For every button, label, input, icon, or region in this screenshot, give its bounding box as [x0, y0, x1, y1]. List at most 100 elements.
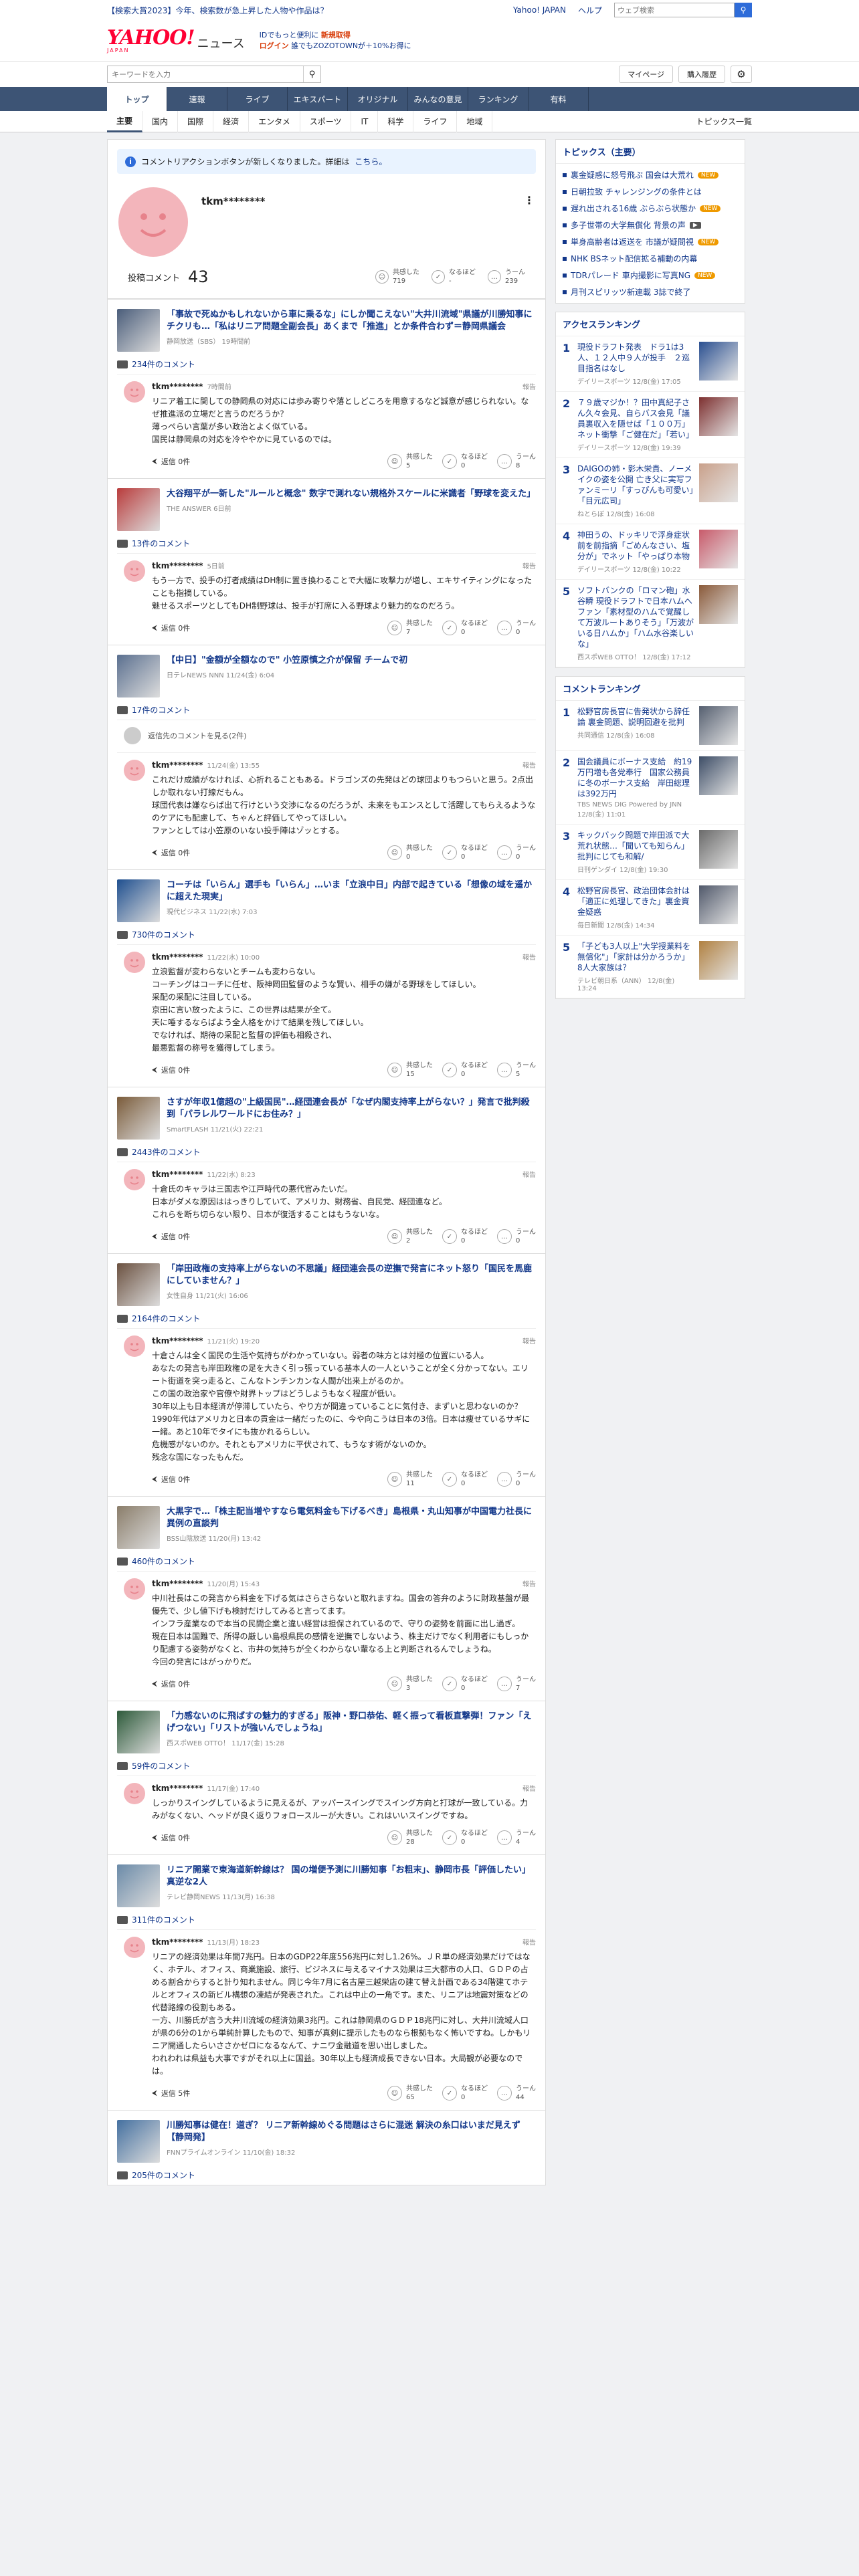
- hmm-button[interactable]: … うーん 44: [497, 2084, 536, 2102]
- ranking-item[interactable]: 2 ７９歳マジか！？田中真紀子さん久々会見、自らバス会見「議員裏収入を隠せば「１０…: [556, 392, 745, 458]
- hmm-button[interactable]: … うーん 0: [497, 619, 536, 637]
- article-title[interactable]: さすが年収1億超の"上級国民"…経団連会長が「なぜ内閣支持率上がらない？」発言で…: [167, 1097, 530, 1119]
- logo[interactable]: YAHOO! JAPAN ニュース: [107, 27, 245, 53]
- hmm-button[interactable]: … うーん 7: [497, 1675, 536, 1693]
- empathy-button[interactable]: ☺ 共感した 2: [387, 1228, 433, 1245]
- empathy-button[interactable]: ☺ 共感した 3: [387, 1675, 433, 1693]
- tab-live[interactable]: ライブ: [227, 87, 288, 111]
- article-thumbnail[interactable]: [117, 1263, 160, 1306]
- naruhodo-button[interactable]: ✓ なるほど 0: [442, 619, 488, 637]
- cat-it[interactable]: IT: [351, 110, 379, 132]
- more-menu-icon[interactable]: ⋮: [524, 194, 535, 207]
- report-link[interactable]: 報告: [522, 1335, 536, 1346]
- tab-breaking[interactable]: 速報: [167, 87, 227, 111]
- naruhodo-button[interactable]: ✓ なるほど 0: [442, 453, 488, 470]
- cat-science[interactable]: 科学: [378, 110, 414, 132]
- ranking-item[interactable]: 3 DAIGOの姉・影木栄貴、ノーメイクの姿を公開 亡き父に実写ファンミーリ「すっ…: [556, 458, 745, 524]
- reply-toggle[interactable]: ⮜ 返信 0件: [152, 1065, 190, 1075]
- ranking-item[interactable]: 5 「子ども3人以上"大学授業料を無償化"」「家計は分かろうか」8人大家族は？ テレ…: [556, 936, 745, 998]
- comment-count[interactable]: 59件のコメント: [117, 1760, 536, 1776]
- reply-toggle[interactable]: ⮜ 返信 0件: [152, 623, 190, 633]
- cat-life[interactable]: ライフ: [413, 110, 458, 132]
- mypage-button[interactable]: マイページ: [619, 66, 673, 83]
- naruhodo-button[interactable]: ✓ なるほど 0: [442, 844, 488, 861]
- empathy-button[interactable]: ☺ 共感した 7: [387, 619, 433, 637]
- empathy-button[interactable]: ☺ 共感した 11: [387, 1471, 433, 1488]
- empathy-button[interactable]: ☺ 共感した 28: [387, 1829, 433, 1846]
- cat-main[interactable]: 主要: [107, 110, 143, 132]
- topic-item[interactable]: 日朝拉致 チャレンジングの条件とは: [556, 183, 745, 200]
- topic-item[interactable]: NHK BSネット配信拡る補動の内幕: [556, 250, 745, 267]
- tab-opinions[interactable]: みんなの意見: [408, 87, 468, 111]
- help-link[interactable]: ヘルプ: [578, 5, 602, 16]
- comment-user[interactable]: tkm********: [152, 561, 203, 570]
- article-thumbnail[interactable]: [117, 1864, 160, 1907]
- comment-count[interactable]: 17件のコメント: [117, 704, 536, 720]
- article-title[interactable]: 「力感ないのに飛ばすの魅力的すぎる」阪神・野口恭佑、軽く振って看板直撃弾！ファン…: [167, 1711, 531, 1733]
- comment-count[interactable]: 311件のコメント: [117, 1914, 536, 1929]
- cat-domestic[interactable]: 国内: [142, 110, 179, 132]
- naruhodo-button[interactable]: ✓ なるほど 0: [442, 2084, 488, 2102]
- hmm-button[interactable]: … うーん 0: [497, 1471, 536, 1488]
- article-title[interactable]: 川勝知事は健在！道ぎ？ リニア新幹線めぐる問題はさらに混迷 解決の糸口はいまだ見…: [167, 2121, 520, 2143]
- ranking-item[interactable]: 4 松野官房長官、政治団体会計は「適正に処理してきた」裏金資金疑惑 毎日新聞 12/…: [556, 880, 745, 936]
- hmm-button[interactable]: … うーん 8: [497, 453, 536, 470]
- empathy-button[interactable]: ☺ 共感した 5: [387, 453, 433, 470]
- reply-toggle[interactable]: ⮜ 返信 0件: [152, 1231, 190, 1242]
- article-title[interactable]: リニア開業で東海道新幹線は？ 国の増便予測に川勝知事「お粗末」、静岡市長「評価し…: [167, 1865, 531, 1887]
- cat-local[interactable]: 地域: [457, 110, 493, 132]
- article-thumbnail[interactable]: [117, 309, 160, 352]
- empathy-button[interactable]: ☺ 共感した 15: [387, 1061, 433, 1079]
- comment-count[interactable]: 205件のコメント: [117, 2169, 536, 2185]
- tab-original[interactable]: オリジナル: [348, 87, 408, 111]
- cat-economy[interactable]: 経済: [213, 110, 250, 132]
- login-link[interactable]: ログイン: [260, 41, 289, 50]
- article-thumbnail[interactable]: [117, 655, 160, 697]
- tab-ranking[interactable]: ランキング: [468, 87, 529, 111]
- empathy-button[interactable]: ☺ 共感した 65: [387, 2084, 433, 2102]
- topic-item[interactable]: 単身高齢者は返送を 市議が疑問視 NEW: [556, 233, 745, 250]
- report-link[interactable]: 報告: [522, 760, 536, 770]
- promo-link[interactable]: 【検索大賞2023】今年、検索数が急上昇した人物や作品は？: [107, 5, 328, 16]
- article-thumbnail[interactable]: [117, 1506, 160, 1549]
- naruhodo-button[interactable]: ✓ なるほど 0: [442, 1829, 488, 1846]
- comment-count[interactable]: 13件のコメント: [117, 538, 536, 553]
- comment-count[interactable]: 730件のコメント: [117, 929, 536, 944]
- comment-user[interactable]: tkm********: [152, 1579, 203, 1588]
- naruhodo-button[interactable]: ✓ なるほど 0: [442, 1675, 488, 1693]
- report-link[interactable]: 報告: [522, 560, 536, 570]
- naruhodo-button[interactable]: ✓ なるほど 0: [442, 1061, 488, 1079]
- gear-icon[interactable]: ⚙: [731, 66, 752, 83]
- article-title[interactable]: 「岸田政権の支持率上がらないの不思議」経団連会長の逆撫で発言にネット怒り「国民を…: [167, 1264, 532, 1286]
- topic-item[interactable]: 多子世帯の大学無償化 背景の声 ▶: [556, 217, 745, 233]
- tab-paid[interactable]: 有料: [529, 87, 589, 111]
- cat-sports[interactable]: スポーツ: [300, 110, 352, 132]
- ranking-item[interactable]: 2 国会議員にボーナス支給 約19万円増も各党奉行 国家公務員に冬のボーナス支給 …: [556, 751, 745, 825]
- cat-entertainment[interactable]: エンタメ: [249, 110, 300, 132]
- hidden-reply-toggle[interactable]: 返信先のコメントを見る(2件): [117, 720, 536, 752]
- cat-world[interactable]: 国際: [178, 110, 214, 132]
- comment-count[interactable]: 234件のコメント: [117, 358, 536, 374]
- topic-item[interactable]: 月刊スピリッツ新連載 3誌で終了: [556, 284, 745, 300]
- register-link[interactable]: 新規取得: [321, 31, 351, 39]
- notice-link[interactable]: こちら。: [355, 156, 387, 167]
- article-title[interactable]: 大黒字で…「株主配当増やすなら電気料金も下げるべき」島根県・丸山知事が中国電力社…: [167, 1507, 532, 1529]
- report-link[interactable]: 報告: [522, 381, 536, 391]
- report-link[interactable]: 報告: [522, 1937, 536, 1947]
- comment-user[interactable]: tkm********: [152, 1336, 203, 1346]
- comment-user[interactable]: tkm********: [152, 1784, 203, 1793]
- article-title[interactable]: 【中日】"金額が全額なので" 小笠原慎之介が保留 チームで初: [167, 655, 407, 665]
- article-thumbnail[interactable]: [117, 1711, 160, 1753]
- yahoo-japan-link[interactable]: Yahoo! JAPAN: [513, 5, 566, 15]
- ranking-item[interactable]: 5 ソフトバンクの「ロマン砲」水谷瞬 現役ドラフトで日本ハムへ ファン「素材型のハ…: [556, 580, 745, 667]
- search-icon[interactable]: ⚲: [735, 3, 752, 17]
- hmm-button[interactable]: … うーん 4: [497, 1829, 536, 1846]
- article-title[interactable]: 「事故で死ぬかもしれないから車に乗るな」にしか聞こえない"大井川流域"県議が川勝…: [167, 310, 533, 332]
- reply-toggle[interactable]: ⮜ 返信 0件: [152, 456, 190, 467]
- comment-user[interactable]: tkm********: [152, 760, 203, 770]
- topics-list-link[interactable]: トピックス一覧: [696, 116, 752, 127]
- hmm-button[interactable]: … うーん 5: [497, 1061, 536, 1079]
- ranking-item[interactable]: 1 松野官房長官に告発状から辞任論 裏金問題、説明回避を批判 共同通信 12/8(金…: [556, 701, 745, 751]
- tab-top[interactable]: トップ: [107, 87, 167, 111]
- hmm-button[interactable]: … うーん 0: [497, 1228, 536, 1245]
